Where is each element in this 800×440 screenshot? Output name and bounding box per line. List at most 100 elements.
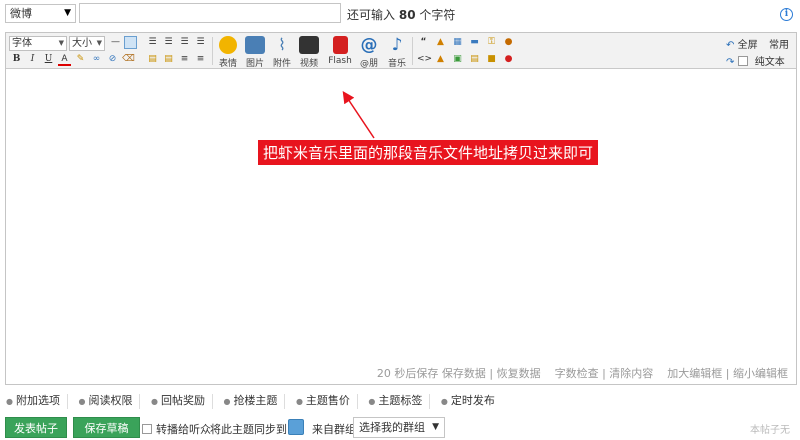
italic-icon[interactable]: I [26, 53, 39, 66]
emoticon-button[interactable]: 表情 [215, 36, 241, 69]
toolbar-separator [412, 37, 413, 65]
char-counter-suffix: 个字符 [419, 8, 456, 22]
forward-checkbox[interactable] [142, 424, 152, 434]
restore-data-link[interactable]: 恢复数据 [497, 367, 541, 380]
sync-target-icon[interactable] [288, 419, 304, 435]
chevron-down-icon: ▼ [96, 39, 102, 47]
float-left-icon[interactable]: ▤ [146, 53, 159, 66]
clear-format-icon[interactable]: ⌫ [122, 53, 135, 66]
editor-toolbar: 字体 ▼ 大小 ▼ — B I U A ✎ ∞ ⊘ ⌫ ☰ ☰ ☰ ☰ ▤ ▤ … [6, 33, 796, 69]
shrink-editor-link[interactable]: 缩小编辑框 [733, 367, 788, 380]
option-read-permission[interactable]: ● 阅读权限 [78, 394, 141, 409]
table-icon[interactable]: ▦ [451, 36, 464, 49]
attachment-icon: ⌇ [278, 35, 286, 54]
mention-button[interactable]: @ @朋 [356, 36, 382, 69]
music-button[interactable]: ♪ 音乐 [384, 36, 410, 69]
bullet-icon: ● [78, 397, 86, 406]
save-data-link[interactable]: 保存数据 [442, 367, 486, 380]
post-options: ● 附加选项 ● 阅读权限 ● 回帖奖励 ● 抢楼主题 ● 主题售价 ● 主题标签 ● 定时发… [6, 394, 509, 410]
smiley-icon [219, 36, 237, 54]
chevron-down-icon: ▼ [432, 422, 439, 432]
bullet-icon: ● [368, 397, 376, 406]
option-floor-grab-label: 抢楼主题 [233, 394, 278, 407]
password-icon[interactable]: ▬ [468, 36, 481, 49]
float-right-icon[interactable]: ▤ [162, 53, 175, 66]
underline-icon[interactable]: U [42, 53, 55, 66]
option-read-permission-label: 阅读权限 [88, 394, 133, 407]
group-select[interactable]: 选择我的群组 ▼ [353, 417, 445, 438]
option-tags[interactable]: ● 主题标签 [368, 394, 431, 409]
bullet-icon: ● [150, 397, 158, 406]
font-size-select[interactable]: 大小 ▼ [69, 36, 105, 51]
bullet-icon: ● [295, 397, 303, 406]
plain-text-checkbox[interactable] [737, 56, 748, 66]
submit-row: 发表帖子 保存草稿 转播给听众 将此主题同步到: 来自群组: 选择我的群组 ▼ … [5, 417, 800, 439]
align-justify-icon[interactable]: ☰ [194, 36, 207, 49]
ordered-list-icon[interactable]: ≡ [178, 53, 191, 66]
bullet-icon: ● [6, 397, 13, 406]
plain-text-toggle[interactable]: ↷ 纯文本 [726, 53, 785, 68]
unlink-icon[interactable]: ⊘ [106, 53, 119, 66]
forward-option[interactable]: 转播给听众 [142, 421, 211, 437]
annotation-callout: 把虾米音乐里面的那段音乐文件地址拷贝过来即可 [258, 140, 599, 165]
key-icon[interactable]: ⚿ [485, 36, 498, 49]
option-extra[interactable]: ● 附加选项 [6, 394, 68, 409]
page-break-icon[interactable]: ▤ [468, 53, 481, 66]
clear-content-link[interactable]: 清除内容 [609, 367, 653, 380]
watermark: 本帖子无 [750, 425, 790, 436]
link-icon[interactable]: ∞ [90, 53, 103, 66]
game-icon[interactable]: ● [502, 36, 515, 49]
option-tags-label: 主题标签 [378, 394, 423, 407]
rich-text-editor: 字体 ▼ 大小 ▼ — B I U A ✎ ∞ ⊘ ⌫ ☰ ☰ ☰ ☰ ▤ ▤ … [5, 32, 797, 385]
common-button[interactable]: 常用 [769, 36, 789, 51]
font-family-label: 字体 [12, 38, 32, 49]
subject-input[interactable] [79, 3, 341, 23]
option-extra-label: 附加选项 [15, 394, 60, 407]
free-content-icon[interactable]: ▲ [434, 53, 447, 66]
bold-icon[interactable]: B [10, 53, 23, 66]
option-schedule[interactable]: ● 定时发布 [441, 394, 502, 409]
font-color-icon[interactable]: A [58, 53, 71, 66]
align-right-icon[interactable]: ☰ [178, 36, 191, 49]
category-select[interactable]: 微博 ▼ [5, 4, 76, 23]
enlarge-editor-link[interactable]: 加大编辑框 [667, 367, 722, 380]
attachment-button[interactable]: ⌇ 附件 [269, 35, 295, 70]
align-left-icon[interactable]: ☰ [146, 36, 159, 49]
editor-statusbar: 20 秒后保存 保存数据 | 恢复数据 字数检查 | 清除内容 加大编辑框 | … [6, 364, 796, 384]
flash-icon [332, 36, 348, 54]
publish-button[interactable]: 发表帖子 [5, 417, 67, 438]
info-icon[interactable]: i [780, 8, 793, 21]
autosave-countdown: 20 秒后保存 [376, 367, 439, 380]
title-row: 微博 ▼ 还可输入 80 个字符 i [0, 0, 800, 30]
lock-icon[interactable]: ▲ [434, 36, 447, 49]
fullscreen-button[interactable]: ↶ 全屏 [726, 36, 758, 51]
background-color-icon[interactable] [124, 36, 137, 49]
flash-button[interactable]: Flash [327, 36, 353, 66]
option-floor-grab[interactable]: ● 抢楼主题 [223, 394, 286, 409]
index-icon[interactable]: ■ [485, 53, 498, 66]
option-reply-reward-label: 回帖奖励 [160, 394, 205, 407]
horizontal-rule-icon[interactable]: — [109, 36, 122, 49]
quote-icon[interactable]: “ [417, 36, 430, 49]
unordered-list-icon[interactable]: ≡ [194, 53, 207, 66]
highlight-icon[interactable]: ✎ [74, 53, 87, 66]
word-check-link[interactable]: 字数检查 [555, 367, 599, 380]
common-label: 常用 [769, 40, 789, 51]
qq-icon[interactable]: ● [502, 53, 515, 66]
image-icon [245, 36, 265, 54]
forward-label: 转播给听众 [156, 423, 211, 436]
align-center-icon[interactable]: ☰ [162, 36, 175, 49]
group-select-value: 选择我的群组 [359, 421, 425, 434]
category-select-value: 微博 [10, 7, 32, 20]
statusbar-actions: 20 秒后保存 保存数据 | 恢复数据 字数检查 | 清除内容 加大编辑框 | … [376, 367, 788, 380]
plain-text-label: 纯文本 [754, 57, 785, 68]
editor-content-area[interactable]: 把虾米音乐里面的那段音乐文件地址拷贝过来即可 [6, 70, 796, 364]
option-price[interactable]: ● 主题售价 [296, 394, 358, 409]
font-family-select[interactable]: 字体 ▼ [9, 36, 67, 51]
code-icon[interactable]: <> [417, 53, 432, 66]
hide-icon[interactable]: ▣ [451, 53, 464, 66]
save-draft-button[interactable]: 保存草稿 [73, 417, 140, 438]
video-button[interactable]: 视频 [296, 36, 322, 69]
option-reply-reward[interactable]: ● 回帖奖励 [151, 394, 213, 409]
image-button[interactable]: 图片 [242, 36, 268, 69]
